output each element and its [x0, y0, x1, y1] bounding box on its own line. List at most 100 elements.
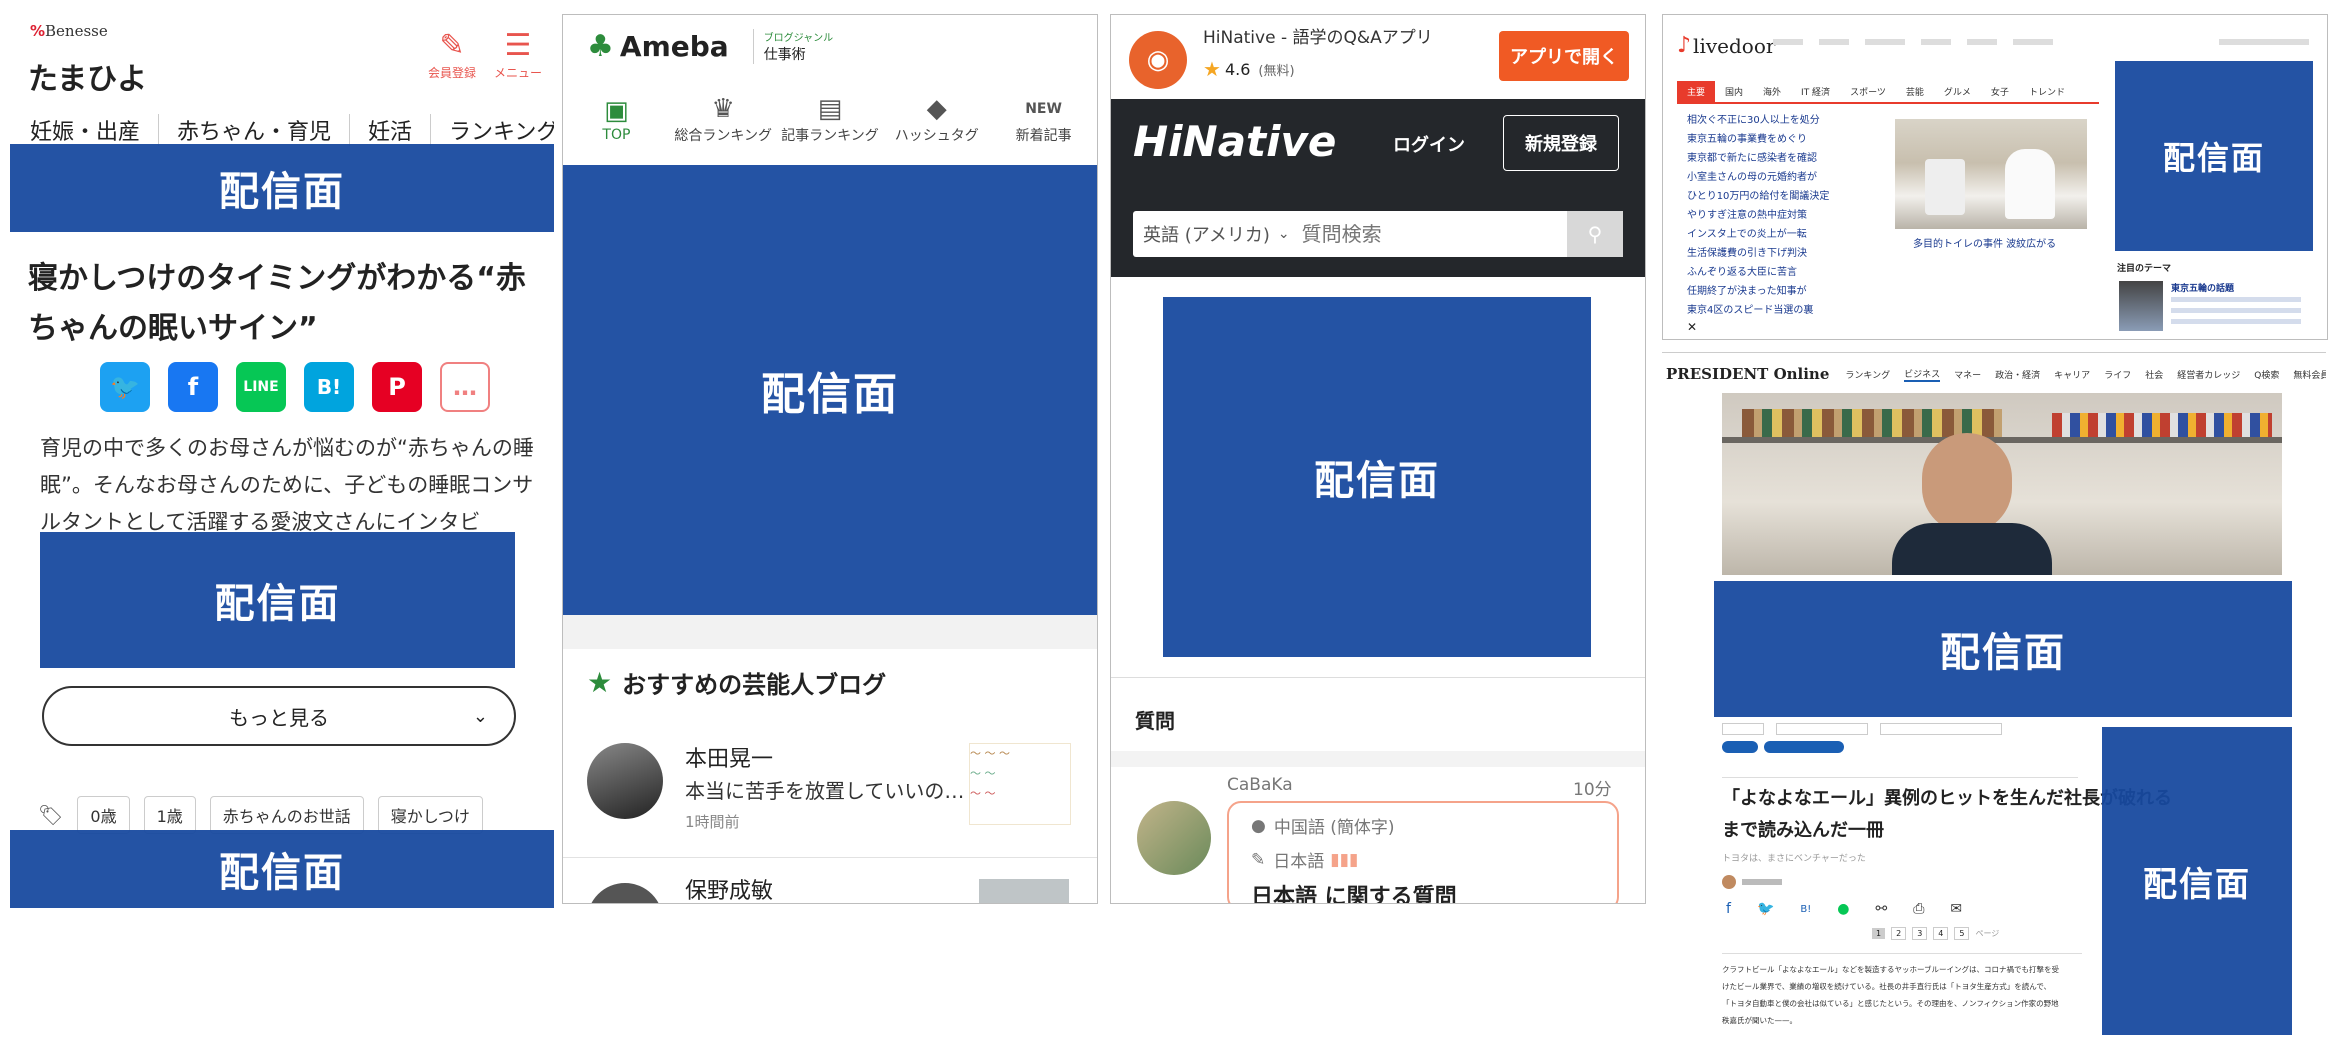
- news-item[interactable]: 生活保護費の引き下げ判決: [1687, 244, 1829, 263]
- nav-politics[interactable]: 政治・経済: [1995, 368, 2040, 381]
- login-link[interactable]: ログイン: [1393, 131, 1465, 157]
- post-thumbnail: [979, 879, 1069, 903]
- hinative-logo[interactable]: HiNative: [1133, 117, 1336, 166]
- tab-women[interactable]: 女子: [1981, 81, 2019, 102]
- news-item[interactable]: ふんぞり返る大臣に苦言: [1687, 263, 1829, 282]
- news-photo[interactable]: [1895, 119, 2087, 229]
- ad-slot-banner[interactable]: 配信面: [563, 165, 1097, 615]
- news-item[interactable]: インスタ上での炎上が一転: [1687, 225, 1829, 244]
- page-3[interactable]: 3: [1912, 927, 1928, 940]
- ad-slot-image[interactable]: 配信面: [1163, 297, 1591, 657]
- topic-title[interactable]: 東京五輪の話題: [2171, 281, 2234, 294]
- news-item[interactable]: 東京都で新たに感染者を確認: [1687, 149, 1829, 168]
- blogger-item[interactable]: 保野成敏: [563, 859, 1097, 903]
- article-subheadline: トヨタは、まさにベンチャーだった: [1722, 854, 1866, 864]
- livedoor-panel: ♪ livedoor 主要 国内 海外 IT 経済 スポーツ 芸能 グルメ 女子…: [1662, 14, 2328, 340]
- member-register-button[interactable]: ✎ 会員登録: [422, 28, 482, 81]
- signup-button[interactable]: 新規登録: [1503, 115, 1619, 171]
- new-icon: NEW: [1025, 101, 1062, 117]
- hatena-icon[interactable]: B!: [1800, 904, 1811, 915]
- topic-avatar: [2119, 281, 2163, 331]
- x-icon[interactable]: ✕: [1687, 320, 1829, 334]
- tag-item[interactable]: 0歳: [77, 796, 130, 834]
- tag-item[interactable]: 赤ちゃんのお世話: [209, 796, 364, 834]
- open-app-button[interactable]: アプリで開く: [1499, 31, 1629, 81]
- ad-slot-side[interactable]: 配信面: [2115, 61, 2313, 251]
- nav-fertility[interactable]: 妊活: [350, 114, 432, 146]
- facebook-icon[interactable]: f: [168, 362, 218, 412]
- nav-pregnancy[interactable]: 妊娠・出産: [30, 114, 160, 146]
- language-select[interactable]: 英語 (アメリカ): [1133, 221, 1270, 247]
- nav-career[interactable]: キャリア: [2054, 368, 2090, 381]
- pinterest-icon[interactable]: P: [372, 362, 422, 412]
- gray-divider: [1111, 751, 1645, 767]
- link-icon[interactable]: ⚯: [1875, 901, 1887, 917]
- tab-entertainment[interactable]: 芸能: [1896, 81, 1934, 102]
- tab-sports[interactable]: スポーツ: [1840, 81, 1896, 102]
- tab-it-economy[interactable]: IT 経済: [1791, 81, 1840, 102]
- page-1[interactable]: 1: [1872, 928, 1886, 939]
- news-item[interactable]: やりすぎ注意の熱中症対策: [1687, 206, 1829, 225]
- article-body: クラフトビール「よなよなエール」などを製造するヤッホーブルーイングは、コロナ禍で…: [1722, 965, 2060, 1025]
- tab-main[interactable]: 主要: [1677, 81, 1716, 102]
- print-icon[interactable]: ⎙: [1913, 901, 1924, 917]
- tag-icon: 🏷: [38, 803, 64, 827]
- nav-article-ranking[interactable]: ▤ 記事ランキング: [777, 93, 884, 145]
- news-item[interactable]: 東京五輪の事業費をめぐり: [1687, 130, 1829, 149]
- nav-overall-ranking[interactable]: ♛ 総合ランキング: [670, 93, 777, 145]
- ad-slot-bottom[interactable]: 配信面: [10, 830, 554, 908]
- twitter-icon[interactable]: 🐦: [1757, 901, 1774, 917]
- menu-button[interactable]: ☰ メニュー: [488, 28, 548, 81]
- search-input[interactable]: [1299, 221, 1534, 247]
- tamahiyo-logo[interactable]: たまひよ: [28, 54, 147, 98]
- page-4[interactable]: 4: [1933, 927, 1949, 940]
- president-logo[interactable]: PRESIDENT Online: [1666, 365, 1829, 383]
- twitter-icon[interactable]: 🐦: [100, 362, 150, 412]
- line-icon[interactable]: ●: [1837, 901, 1849, 917]
- livedoor-logo[interactable]: ♪ livedoor: [1677, 33, 1775, 58]
- tab-gourmet[interactable]: グルメ: [1934, 81, 1981, 102]
- search-button[interactable]: ⚲: [1567, 211, 1623, 257]
- nav-top[interactable]: ▣ TOP: [563, 95, 670, 143]
- nav-new-articles[interactable]: NEW 新着記事: [990, 93, 1097, 145]
- line-icon[interactable]: LINE: [236, 362, 286, 412]
- nav-business[interactable]: ビジネス: [1904, 367, 1941, 382]
- nav-money[interactable]: マネー: [1954, 368, 1981, 381]
- ad-slot-side[interactable]: 配信面: [2102, 727, 2292, 1035]
- facebook-icon[interactable]: f: [1726, 901, 1731, 917]
- news-item[interactable]: ひとり10万円の給付を閣議決定: [1687, 187, 1829, 206]
- tab-domestic[interactable]: 国内: [1715, 81, 1753, 102]
- post-time: 1時間前: [685, 813, 740, 831]
- tab-overseas[interactable]: 海外: [1753, 81, 1791, 102]
- tab-trend[interactable]: トレンド: [2019, 81, 2075, 102]
- page-5[interactable]: 5: [1954, 927, 1970, 940]
- nav-hashtag[interactable]: ◆ ハッシュタグ: [883, 93, 990, 145]
- news-item[interactable]: 任期終了が決まった知事が: [1687, 282, 1829, 301]
- register-link[interactable]: 無料会員登録: [2293, 368, 2326, 381]
- ad-slot-top[interactable]: 配信面: [10, 144, 554, 232]
- ameba-logo[interactable]: Ameba: [620, 30, 729, 63]
- nav-life[interactable]: ライフ: [2104, 368, 2131, 381]
- more-button[interactable]: もっと見る ⌄: [42, 686, 516, 746]
- search-link[interactable]: Q検索: [2254, 368, 2279, 381]
- mail-icon[interactable]: ✉: [1950, 901, 1962, 917]
- news-item[interactable]: 小室圭さんの母の元婚約者が: [1687, 168, 1829, 187]
- ad-slot-wide[interactable]: 配信面: [1714, 581, 2292, 717]
- hatena-icon[interactable]: B!: [304, 362, 354, 412]
- nav-ranking[interactable]: ランキング: [1845, 368, 1890, 381]
- ad-slot-middle[interactable]: 配信面: [40, 532, 515, 668]
- star-icon: ★: [587, 666, 613, 699]
- nav-childcare[interactable]: 赤ちゃん・育児: [159, 114, 351, 146]
- blogger-item[interactable]: 本田晃一 本当に苦手を放置していいの… 1時間前 ～ 〜 ～～ ～～ ～: [563, 727, 1097, 858]
- question-card[interactable]: CaBaKa 10分 ● 中国語 (簡体字) ✎ 日本語 ▮▮▮ 日本語 に関す…: [1111, 767, 1645, 903]
- tag-item[interactable]: 寝かしつけ: [377, 796, 483, 834]
- nav-college[interactable]: 経営者カレッジ: [2177, 368, 2240, 381]
- tag-item[interactable]: 1歳: [143, 796, 196, 834]
- page-2[interactable]: 2: [1891, 927, 1907, 940]
- section-heading: ★ おすすめの芸能人ブログ: [587, 666, 887, 699]
- comment-icon[interactable]: …: [440, 362, 490, 412]
- nav-ranking[interactable]: ランキング: [431, 114, 554, 146]
- news-item[interactable]: 相次ぐ不正に30人以上を処分: [1687, 111, 1829, 130]
- news-item[interactable]: 東京4区のスピード当選の裏: [1687, 301, 1829, 320]
- nav-society[interactable]: 社会: [2145, 368, 2163, 381]
